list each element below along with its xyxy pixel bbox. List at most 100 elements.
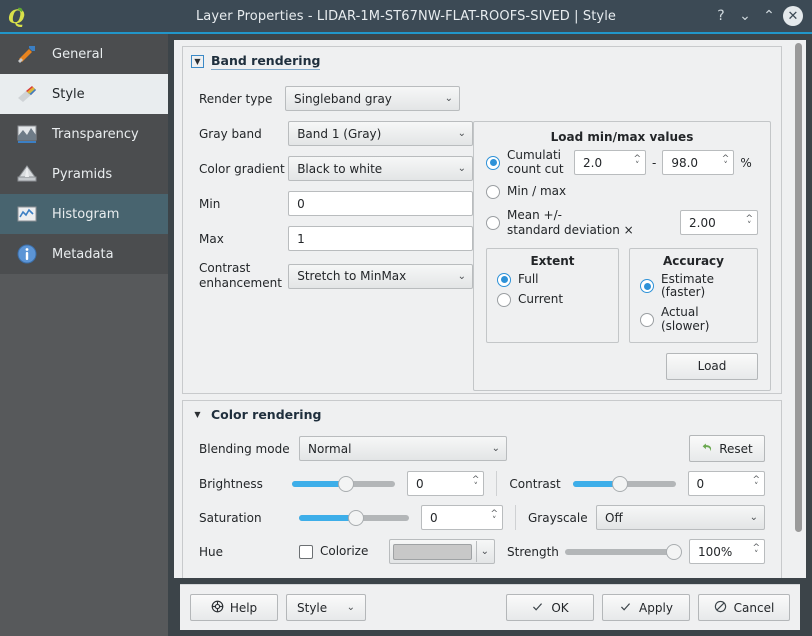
help-button[interactable]: Help — [190, 594, 278, 621]
svg-text:Q: Q — [8, 6, 25, 27]
sidebar-item-transparency[interactable]: Transparency — [0, 114, 168, 154]
min-row: Min 0 — [199, 191, 473, 216]
close-button[interactable]: ✕ — [782, 5, 804, 27]
spinner-arrows-icon[interactable]: ^ ˅ — [490, 509, 498, 525]
chevron-down-icon: ⌄ — [491, 443, 500, 454]
help-button-titlebar[interactable]: ? — [710, 5, 732, 27]
apply-button-label: Apply — [639, 600, 673, 615]
spinner-arrows-icon[interactable]: ^ ˅ — [745, 214, 753, 230]
grayscale-select[interactable]: Off ⌄ — [596, 505, 765, 530]
contrast-spinbox[interactable]: 0 ^ ˅ — [687, 471, 766, 496]
radio-extent-full[interactable]: Full — [497, 272, 608, 287]
min-value: 0 — [297, 196, 305, 211]
blending-mode-select[interactable]: Normal ⌄ — [299, 436, 507, 461]
radio-indicator — [497, 292, 511, 307]
contrast-enhancement-select[interactable]: Stretch to MinMax ⌄ — [288, 263, 473, 289]
dialog-button-bar: Help Style ⌄ OK Apply Cancel — [180, 584, 800, 630]
color-swatch[interactable] — [393, 543, 472, 560]
render-type-select[interactable]: Singleband gray ⌄ — [285, 86, 460, 111]
apply-button[interactable]: Apply — [602, 594, 690, 621]
blending-mode-row: Blending mode Normal ⌄ Reset — [199, 435, 781, 462]
gray-band-row: Gray band Band 1 (Gray) ⌄ — [199, 121, 473, 146]
color-gradient-label: Color gradient — [199, 161, 285, 176]
reset-button-label: Reset — [719, 441, 753, 456]
footer-strip — [174, 630, 806, 636]
extent-group: Extent Full Current — [486, 247, 619, 343]
style-menu-button[interactable]: Style ⌄ — [286, 594, 366, 621]
min-label: Min — [199, 196, 221, 211]
slider-handle[interactable] — [348, 509, 365, 526]
strength-slider[interactable] — [565, 541, 682, 563]
check-icon — [619, 600, 632, 616]
radio-extent-current[interactable]: Current — [497, 291, 608, 307]
accuracy-option-label: Actual (slower) — [661, 305, 710, 333]
gray-band-label: Gray band — [199, 126, 262, 141]
mean-label-line1: Mean +/- — [507, 207, 562, 222]
chevron-down-icon: ⌄ — [457, 128, 466, 139]
sidebar-item-general[interactable]: General — [0, 34, 168, 74]
cumulative-count-cut-label: Cumulati count cut — [507, 149, 564, 177]
spinner-arrows-icon[interactable]: ^ ˅ — [633, 154, 641, 170]
max-label: Max — [199, 231, 224, 246]
radio-accuracy-actual[interactable]: Actual (slower) — [640, 305, 747, 334]
cumulative-high-spinbox[interactable]: 98.0 ^ ˅ — [662, 150, 735, 176]
vertical-scrollbar[interactable] — [790, 40, 806, 578]
reset-button[interactable]: Reset — [689, 435, 765, 462]
ok-button-label: OK — [551, 600, 569, 615]
sidebar-item-pyramids[interactable]: Pyramids — [0, 154, 168, 194]
maximize-icon[interactable]: ⌃ — [758, 5, 780, 27]
sidebar-item-metadata[interactable]: Metadata — [0, 234, 168, 274]
mean-stddev-value: 2.00 — [689, 215, 716, 230]
collapse-toggle-icon[interactable]: ▼ — [191, 408, 204, 422]
slider-track — [565, 548, 677, 555]
brightness-slider[interactable] — [292, 473, 395, 495]
spinner-arrows-icon[interactable]: ^ ˅ — [722, 154, 730, 170]
grayscale-label: Grayscale — [528, 510, 588, 525]
cancel-button[interactable]: Cancel — [698, 594, 790, 621]
scrollbar-handle[interactable] — [794, 43, 802, 533]
spinner-arrows-icon[interactable]: ^ ˅ — [472, 475, 480, 491]
max-input[interactable]: 1 — [288, 226, 473, 251]
accuracy-option-label: Estimate (faster) — [661, 271, 715, 300]
brightness-spinbox[interactable]: 0 ^ ˅ — [407, 471, 485, 496]
saturation-slider[interactable] — [299, 507, 409, 529]
radio-min-max[interactable]: Min / max — [486, 184, 758, 199]
cumulative-low-spinbox[interactable]: 2.0 ^ ˅ — [574, 150, 646, 176]
radio-cumulative-count-cut[interactable]: Cumulati count cut — [486, 149, 572, 177]
collapse-toggle-icon[interactable]: ▼ — [191, 55, 204, 68]
slider-handle[interactable] — [337, 475, 354, 492]
slider-handle[interactable] — [665, 543, 682, 560]
contrast-slider[interactable] — [572, 473, 676, 495]
slider-handle[interactable] — [612, 475, 629, 492]
color-rendering-panel: ▼ Color rendering Blending mode Normal ⌄ — [182, 400, 782, 578]
cumulative-label-line1: Cumulati — [507, 149, 562, 162]
info-icon — [14, 241, 40, 267]
band-rendering-header[interactable]: ▼ Band rendering — [183, 47, 781, 74]
sidebar-item-histogram[interactable]: Histogram — [0, 194, 168, 234]
radio-accuracy-estimate[interactable]: Estimate (faster) — [640, 271, 747, 301]
cumulative-count-cut-row: Cumulati count cut 2.0 ^ ˅ - 98.0 ^ ˅ % — [486, 149, 758, 177]
blending-mode-value: Normal — [308, 441, 352, 456]
colorize-color-select[interactable]: ⌄ — [389, 539, 495, 564]
ok-button[interactable]: OK — [506, 594, 594, 621]
spinner-arrows-icon[interactable]: ^ ˅ — [752, 475, 760, 491]
help-button-label: Help — [229, 600, 258, 615]
gray-band-select[interactable]: Band 1 (Gray) ⌄ — [288, 121, 473, 146]
radio-mean-stddev[interactable]: Mean +/- standard deviation × — [486, 208, 680, 238]
mean-stddev-spinbox[interactable]: 2.00 ^ ˅ — [680, 210, 758, 236]
colorize-checkbox[interactable]: Colorize — [299, 544, 389, 559]
spinner-arrows-icon[interactable]: ^ ˅ — [752, 543, 760, 559]
minimize-icon[interactable]: ⌄ — [734, 5, 756, 27]
color-gradient-select[interactable]: Black to white ⌄ — [288, 156, 473, 181]
load-button[interactable]: Load — [666, 352, 758, 380]
color-rendering-header[interactable]: ▼ Color rendering — [183, 401, 781, 427]
extent-option-label: Current — [518, 291, 564, 306]
render-type-value: Singleband gray — [294, 91, 392, 106]
max-value: 1 — [297, 231, 305, 246]
sidebar-item-label: Histogram — [52, 206, 120, 222]
strength-spinbox[interactable]: 100% ^ ˅ — [689, 539, 765, 564]
min-input[interactable]: 0 — [288, 191, 473, 216]
saturation-spinbox[interactable]: 0 ^ ˅ — [421, 505, 503, 530]
contrast-label-line1: Contrast — [199, 261, 251, 275]
sidebar-item-style[interactable]: Style — [0, 74, 168, 114]
